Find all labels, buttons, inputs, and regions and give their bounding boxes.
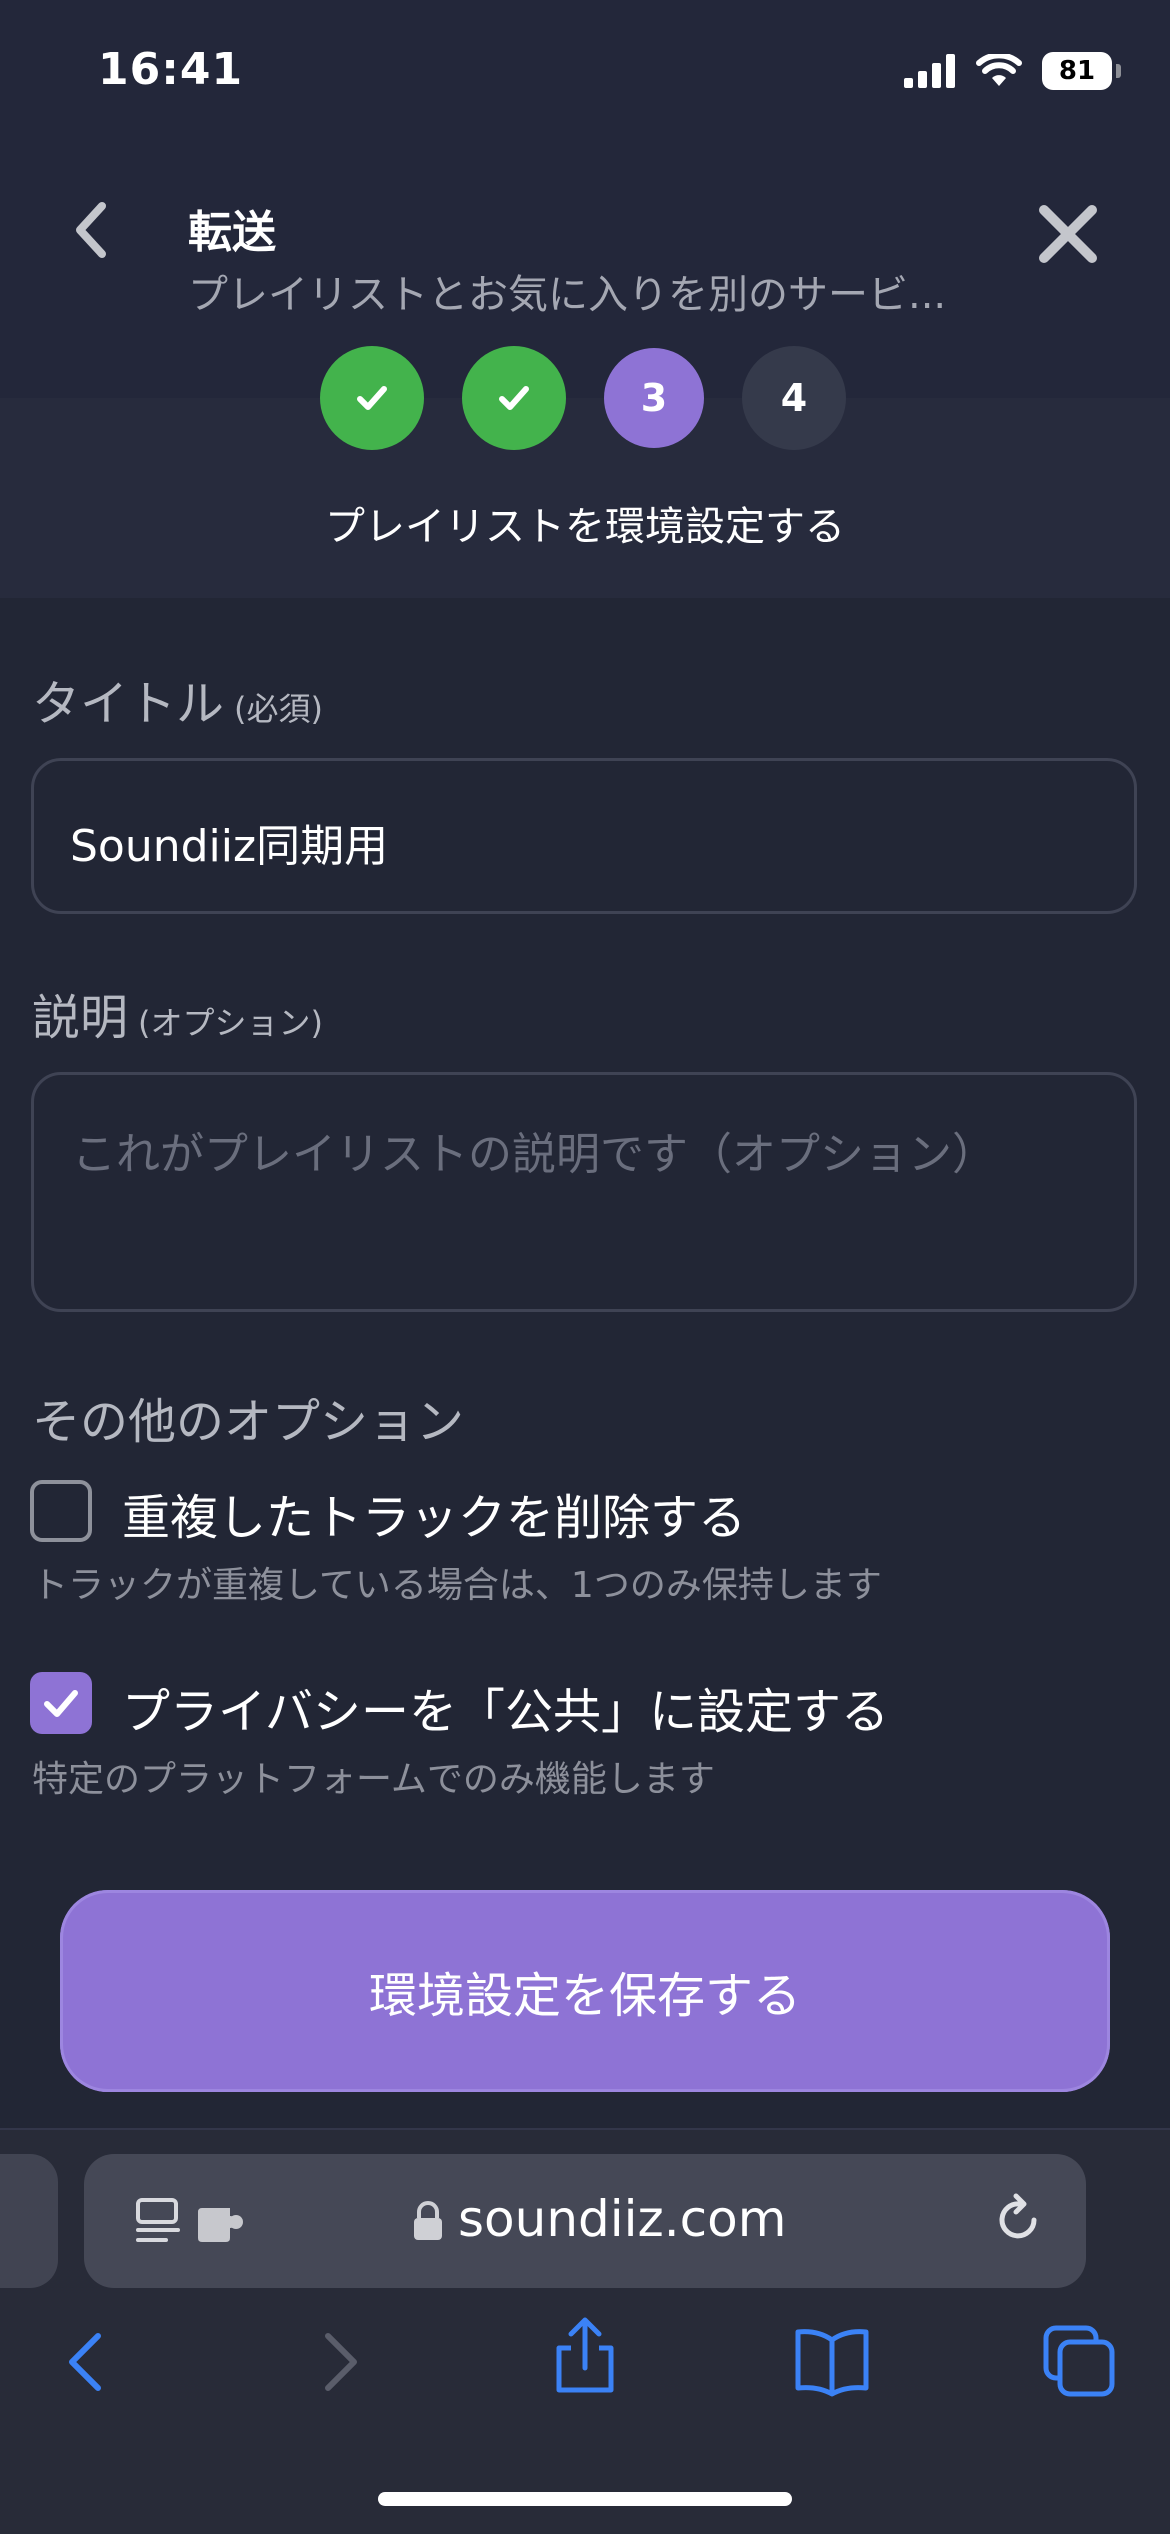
wifi-icon xyxy=(976,54,1022,86)
previous-tab-peek[interactable] xyxy=(0,2154,58,2288)
public-privacy-checkbox[interactable] xyxy=(30,1672,92,1734)
step-1-complete xyxy=(320,346,424,450)
battery-icon: 81 xyxy=(1042,52,1121,90)
home-indicator xyxy=(378,2492,792,2506)
description-label: 説明 (オプション) xyxy=(32,978,323,1048)
public-privacy-label[interactable]: プライバシーを「公共」に設定する xyxy=(122,1672,889,1742)
lock-icon xyxy=(414,2201,442,2240)
step-4-pending: 4 xyxy=(742,346,846,450)
remove-duplicates-label[interactable]: 重複したトラックを削除する xyxy=(122,1478,746,1548)
status-icons: 81 xyxy=(904,52,1121,90)
status-time: 16:41 xyxy=(98,44,244,95)
share-icon[interactable] xyxy=(545,2316,625,2396)
description-textarea[interactable] xyxy=(31,1072,1137,1312)
close-button[interactable] xyxy=(1030,196,1106,272)
back-button[interactable] xyxy=(60,190,130,270)
bookmarks-icon[interactable] xyxy=(792,2322,872,2402)
title-required-note: (必須) xyxy=(234,690,323,728)
description-label-text: 説明 xyxy=(32,990,129,1046)
check-icon xyxy=(499,386,529,410)
signal-icon xyxy=(904,54,955,88)
title-label-text: タイトル xyxy=(32,676,225,732)
chevron-left-icon xyxy=(76,202,106,258)
step-label: プレイリストを環境設定する xyxy=(325,504,845,550)
step-3-current: 3 xyxy=(604,348,704,448)
remove-duplicates-description: トラックが重複している場合は、1つのみ保持します xyxy=(32,1565,882,1606)
title-input-value: Soundiiz同期用 xyxy=(70,821,389,872)
reload-icon[interactable] xyxy=(994,2190,1044,2246)
save-preferences-button[interactable]: 環境設定を保存する xyxy=(60,1890,1110,2092)
step-2-complete xyxy=(462,346,566,450)
description-placeholder: これがプレイリストの説明です（オプション） xyxy=(72,1129,996,1180)
browser-forward-icon[interactable] xyxy=(298,2322,378,2402)
description-optional-note: (オプション) xyxy=(138,1004,323,1042)
title-label: タイトル (必須) xyxy=(32,664,323,734)
tabs-icon[interactable] xyxy=(1040,2320,1120,2400)
extension-icon[interactable] xyxy=(196,2204,248,2244)
remove-duplicates-checkbox[interactable] xyxy=(30,1480,92,1542)
stepper: 3 4 xyxy=(320,346,846,450)
check-icon xyxy=(357,386,387,410)
reader-icon[interactable] xyxy=(134,2196,186,2248)
close-icon xyxy=(1039,205,1097,263)
page-title: 転送 xyxy=(188,207,276,258)
url-text: soundiiz.com xyxy=(458,2190,787,2248)
options-section-title: その他のオプション xyxy=(32,1394,465,1450)
check-icon xyxy=(44,1690,78,1717)
public-privacy-description: 特定のプラットフォームでのみ機能します xyxy=(32,1759,715,1800)
page-subtitle: プレイリストとお気に入りを別のサービ... xyxy=(188,272,947,318)
browser-back-icon[interactable] xyxy=(48,2322,128,2402)
